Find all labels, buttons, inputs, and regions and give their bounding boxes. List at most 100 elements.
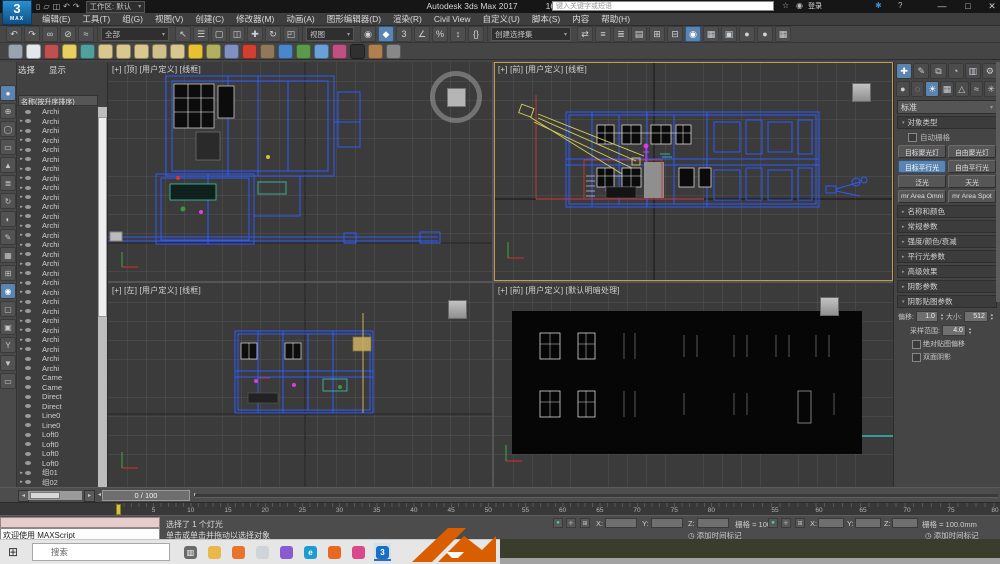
visibility-eye-icon[interactable]: [25, 233, 31, 237]
explorer-list-item[interactable]: ▸ Archi: [18, 164, 97, 174]
visibility-eye-icon[interactable]: [25, 442, 31, 446]
lights-category[interactable]: ☀: [925, 81, 939, 97]
grid-icon[interactable]: ⊞: [795, 518, 805, 528]
layer-explorer-icon[interactable]: ≣: [613, 26, 629, 42]
select-by-name-icon[interactable]: ☰: [193, 26, 209, 42]
selection-lock-toggle[interactable]: ●: [768, 518, 778, 528]
dome-primitive-icon[interactable]: [116, 44, 131, 59]
selection-lock-toggle[interactable]: ●: [553, 518, 563, 528]
maxscript-macro-recorder[interactable]: [0, 517, 160, 528]
visibility-eye-icon[interactable]: [25, 404, 31, 408]
collapsed-rollout[interactable]: ▸ 常规参数: [897, 220, 997, 233]
explorer-list-item[interactable]: ▸ Archi: [18, 345, 97, 355]
explorer-list-item[interactable]: ▸ Archi: [18, 126, 97, 136]
visibility-eye-icon[interactable]: [25, 176, 31, 180]
two-sided-shadows-checkbox[interactable]: [912, 353, 921, 362]
select-object-icon[interactable]: ↖: [175, 26, 191, 42]
filter-flask-icon[interactable]: Y: [0, 337, 16, 353]
refresh-icon[interactable]: ↻: [0, 193, 16, 209]
explorer-list-item[interactable]: ▸ Archi: [18, 183, 97, 193]
viewport-top[interactable]: [+] [顶] [用户定义] [线框]: [108, 62, 492, 281]
explorer-list-item[interactable]: Archi: [18, 364, 97, 374]
bias-field[interactable]: 1.0: [916, 311, 938, 322]
bind-to-space-warp-icon[interactable]: ≈: [78, 26, 94, 42]
collapsed-rollout[interactable]: ▸ 强度/颜色/衰减: [897, 235, 997, 248]
explorer-list-item[interactable]: Line0: [18, 411, 97, 421]
visibility-eye-icon[interactable]: [25, 385, 31, 389]
viewcube[interactable]: [430, 71, 482, 123]
menu-item[interactable]: 创建(C): [189, 13, 230, 25]
x-coordinate-field[interactable]: [818, 518, 844, 528]
visibility-eye-icon[interactable]: [25, 480, 31, 484]
expand-arrow-icon[interactable]: ▸: [18, 327, 25, 333]
sunlight-icon[interactable]: [188, 44, 203, 59]
collapsed-rollout[interactable]: ▸ 阴影参数: [897, 280, 997, 293]
expand-arrow-icon[interactable]: ▸: [18, 204, 25, 210]
spinner-icon[interactable]: ▲▼: [990, 313, 994, 321]
visibility-eye-icon[interactable]: [25, 224, 31, 228]
visibility-eye-icon[interactable]: [25, 271, 31, 275]
explorer-list-item[interactable]: ▸ Archi: [18, 326, 97, 336]
render-production-icon[interactable]: ●: [739, 26, 755, 42]
application-menu-button[interactable]: 3 MAX: [2, 0, 32, 25]
menu-item[interactable]: 修改器(M): [230, 13, 280, 25]
visibility-eye-icon[interactable]: [25, 205, 31, 209]
visibility-eye-icon[interactable]: [25, 252, 31, 256]
explorer-list-item[interactable]: ▸ Archi: [18, 278, 97, 288]
menu-item[interactable]: 帮助(H): [595, 13, 636, 25]
box-mode-icon[interactable]: ▦: [0, 247, 16, 263]
explorer-list-item[interactable]: ▸ Archi: [18, 221, 97, 231]
light-type-button[interactable]: 天光: [948, 175, 996, 188]
y-coordinate-field[interactable]: [651, 518, 683, 528]
hierarchy-tab[interactable]: ⧉: [930, 63, 946, 79]
teapot-primitive-icon[interactable]: [152, 44, 167, 59]
pick-icon[interactable]: ▲: [0, 157, 16, 173]
explorer-list-item[interactable]: Loft0: [18, 430, 97, 440]
visibility-eye-icon[interactable]: [25, 262, 31, 266]
expand-arrow-icon[interactable]: ▸: [18, 261, 25, 267]
visibility-eye-icon[interactable]: [25, 395, 31, 399]
scrollbar-thumb[interactable]: [98, 117, 107, 317]
unlink-selection-icon[interactable]: ⊘: [60, 26, 76, 42]
absolute-map-bias-checkbox[interactable]: [912, 340, 921, 349]
visibility-eye-icon[interactable]: [25, 214, 31, 218]
expand-arrow-icon[interactable]: ▸: [18, 289, 25, 295]
color-dots-icon[interactable]: [332, 44, 347, 59]
explorer-vertical-scrollbar[interactable]: [98, 107, 107, 487]
panel-scrollbar[interactable]: [996, 62, 1000, 302]
modify-tab[interactable]: ✎: [913, 63, 929, 79]
help-search-input[interactable]: [552, 1, 774, 11]
undo-quick-icon[interactable]: ↶: [63, 2, 70, 11]
light-type-button[interactable]: 泛光: [898, 175, 946, 188]
window-close-button[interactable]: ✕: [982, 0, 1000, 12]
door-icon[interactable]: [368, 44, 383, 59]
shapes-category[interactable]: ◌: [911, 81, 925, 97]
light-type-button[interactable]: 自由聚光灯: [948, 145, 996, 158]
explorer-scroll-right-arrow[interactable]: ▸: [84, 490, 95, 502]
task-view-button[interactable]: ▥: [182, 543, 199, 561]
reference-coordinate-dropdown[interactable]: 视图▾: [306, 27, 354, 41]
box-primitive-icon[interactable]: [98, 44, 113, 59]
menu-item[interactable]: 渲染(R): [387, 13, 428, 25]
viewcube[interactable]: [448, 300, 467, 319]
globe-icon[interactable]: [278, 44, 293, 59]
solid-icon[interactable]: ▣: [0, 319, 16, 335]
menu-item[interactable]: 图形编辑器(D): [321, 13, 387, 25]
use-pivot-center-icon[interactable]: ◉: [360, 26, 376, 42]
viewcube[interactable]: [852, 83, 871, 102]
visibility-eye-icon[interactable]: [25, 167, 31, 171]
blue-sphere-icon[interactable]: [314, 44, 329, 59]
expand-arrow-icon[interactable]: ▸: [18, 118, 25, 124]
render-setup-icon[interactable]: ▦: [703, 26, 719, 42]
list-view-icon[interactable]: ≣: [0, 175, 16, 191]
sphere-primitive-icon[interactable]: [134, 44, 149, 59]
explorer-list-item[interactable]: ▸ Archi: [18, 145, 97, 155]
explorer-list-item[interactable]: ▸ Archi: [18, 335, 97, 345]
z-coordinate-field[interactable]: [892, 518, 918, 528]
schematic-view-icon[interactable]: ⊟: [667, 26, 683, 42]
redo-icon[interactable]: ↷: [24, 26, 40, 42]
viewport-shaded[interactable]: [+] [前] [用户定义] [默认明暗处理]: [494, 283, 893, 487]
expand-arrow-icon[interactable]: ▸: [18, 232, 25, 238]
object-type-rollout[interactable]: ▾ 对象类型: [897, 116, 997, 129]
autodesk-app-icon[interactable]: ✱: [875, 1, 882, 10]
